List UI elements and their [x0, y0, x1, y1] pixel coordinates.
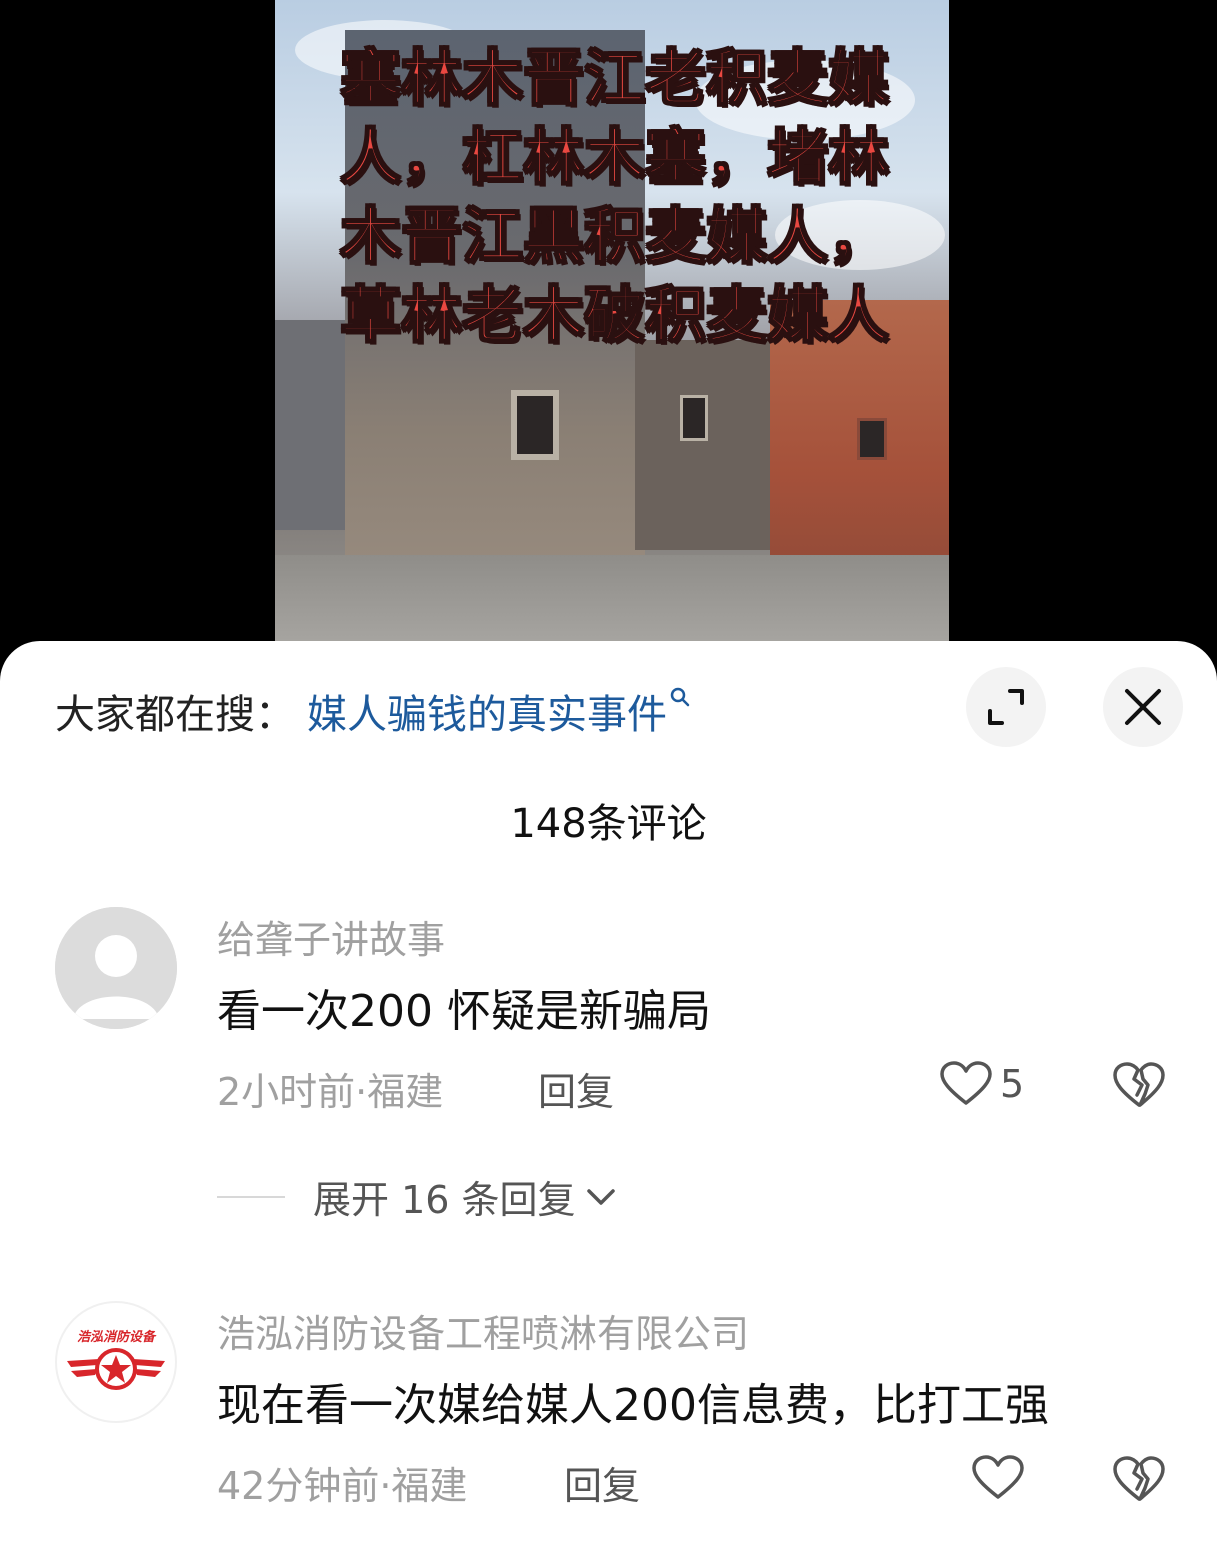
building-middle — [635, 340, 785, 550]
dislike-button[interactable] — [1112, 1455, 1166, 1507]
expand-replies-label: 展开 16 条回复 — [313, 1178, 576, 1222]
broken-heart-icon — [1113, 1062, 1165, 1107]
trending-search-prefix: 大家都在搜： — [55, 692, 295, 738]
overlay-line: 塞林木晋江老积麦媒 — [340, 43, 890, 115]
divider-line — [217, 1195, 285, 1198]
comment-sheet: 大家都在搜： 媒人骗钱的真实事件 148条评论 给聋子讲故事 看一次200 怀疑… — [0, 641, 1217, 1542]
expand-icon — [988, 689, 1024, 725]
like-button[interactable] — [972, 1455, 1024, 1501]
broken-heart-icon — [1113, 1456, 1165, 1501]
ground — [275, 555, 949, 642]
close-button[interactable] — [1103, 667, 1183, 747]
avatar[interactable] — [55, 907, 177, 1029]
trending-search: 大家都在搜： 媒人骗钱的真实事件 — [55, 681, 691, 741]
video-frame[interactable]: 塞林木晋江老积麦媒 人，杠林木塞，堵林 木晋江黑积麦媒人， 草林老木破积麦媒人 — [275, 0, 949, 642]
comment-meta: 2小时前·福建 — [217, 1070, 444, 1114]
trending-search-link[interactable]: 媒人骗钱的真实事件 — [307, 682, 667, 740]
heart-icon — [940, 1061, 992, 1105]
building-window — [857, 418, 887, 460]
chevron-down-icon — [586, 1188, 615, 1205]
comment-text: 现在看一次媒给媒人200信息费，比打工强 — [217, 1380, 1049, 1431]
like-button[interactable]: 5 — [940, 1061, 1024, 1107]
close-icon — [1125, 689, 1161, 725]
building-window — [511, 390, 559, 460]
search-icon[interactable] — [669, 686, 691, 708]
overlay-line: 草林老木破积麦媒人 — [340, 280, 890, 352]
overlay-line: 木晋江黑积麦媒人， — [340, 201, 890, 273]
comment-text: 看一次200 怀疑是新骗局 — [217, 986, 711, 1037]
company-logo-icon: 浩泓消防设备 — [67, 1329, 165, 1390]
like-count: 5 — [1000, 1062, 1025, 1106]
company-logo-text: 浩泓消防设备 — [77, 1329, 157, 1345]
comment-username[interactable]: 浩泓消防设备工程喷淋有限公司 — [217, 1303, 749, 1358]
dislike-button[interactable] — [1112, 1061, 1166, 1113]
video-overlay-caption: 塞林木晋江老积麦媒 人，杠林木塞，堵林 木晋江黑积麦媒人， 草林老木破积麦媒人 — [320, 40, 910, 356]
comment-meta: 42分钟前·福建 — [217, 1464, 468, 1508]
expand-button[interactable] — [966, 667, 1046, 747]
overlay-line: 人，杠林木塞，堵林 — [340, 122, 890, 194]
comment-username[interactable]: 给聋子讲故事 — [217, 909, 445, 964]
reply-button[interactable]: 回复 — [538, 1061, 614, 1116]
avatar[interactable]: 浩泓消防设备 — [55, 1301, 177, 1423]
expand-replies-button[interactable]: 展开 16 条回复 — [217, 1169, 618, 1224]
default-avatar-icon — [55, 907, 177, 1029]
comment-count-title: 148条评论 — [510, 801, 707, 847]
building-window — [680, 395, 708, 441]
heart-icon — [972, 1455, 1024, 1499]
reply-button[interactable]: 回复 — [564, 1455, 640, 1510]
